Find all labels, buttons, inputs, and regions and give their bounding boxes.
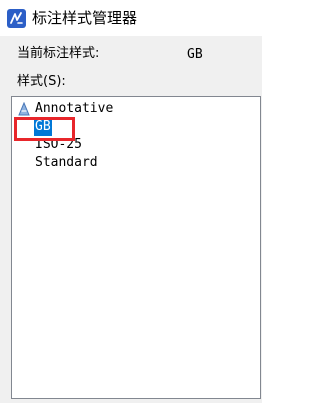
list-item-label: ISO-25 xyxy=(35,137,82,152)
list-item-standard[interactable]: Standard xyxy=(12,154,260,172)
list-item-annotative[interactable]: Annotative xyxy=(12,100,260,118)
annotative-icon xyxy=(18,102,30,116)
list-item-label: Standard xyxy=(35,155,98,170)
window-title: 标注样式管理器 xyxy=(32,9,138,27)
title-bar[interactable]: 标注样式管理器 xyxy=(0,0,262,36)
dimension-style-icon xyxy=(7,9,26,28)
list-item-label: Annotative xyxy=(35,101,114,116)
list-item-label: GB xyxy=(34,118,52,136)
list-item-gb[interactable]: GB xyxy=(12,118,260,136)
styles-listbox[interactable]: Annotative GB ISO-25 Standard xyxy=(11,96,261,399)
dimension-style-manager-window: 标注样式管理器 当前标注样式: GB 样式(S): Annotative GB … xyxy=(0,0,262,403)
list-item-iso-25[interactable]: ISO-25 xyxy=(12,136,260,154)
current-style-label: 当前标注样式: xyxy=(17,46,100,61)
styles-list-label: 样式(S): xyxy=(17,74,66,89)
current-style-value: GB xyxy=(187,47,203,62)
